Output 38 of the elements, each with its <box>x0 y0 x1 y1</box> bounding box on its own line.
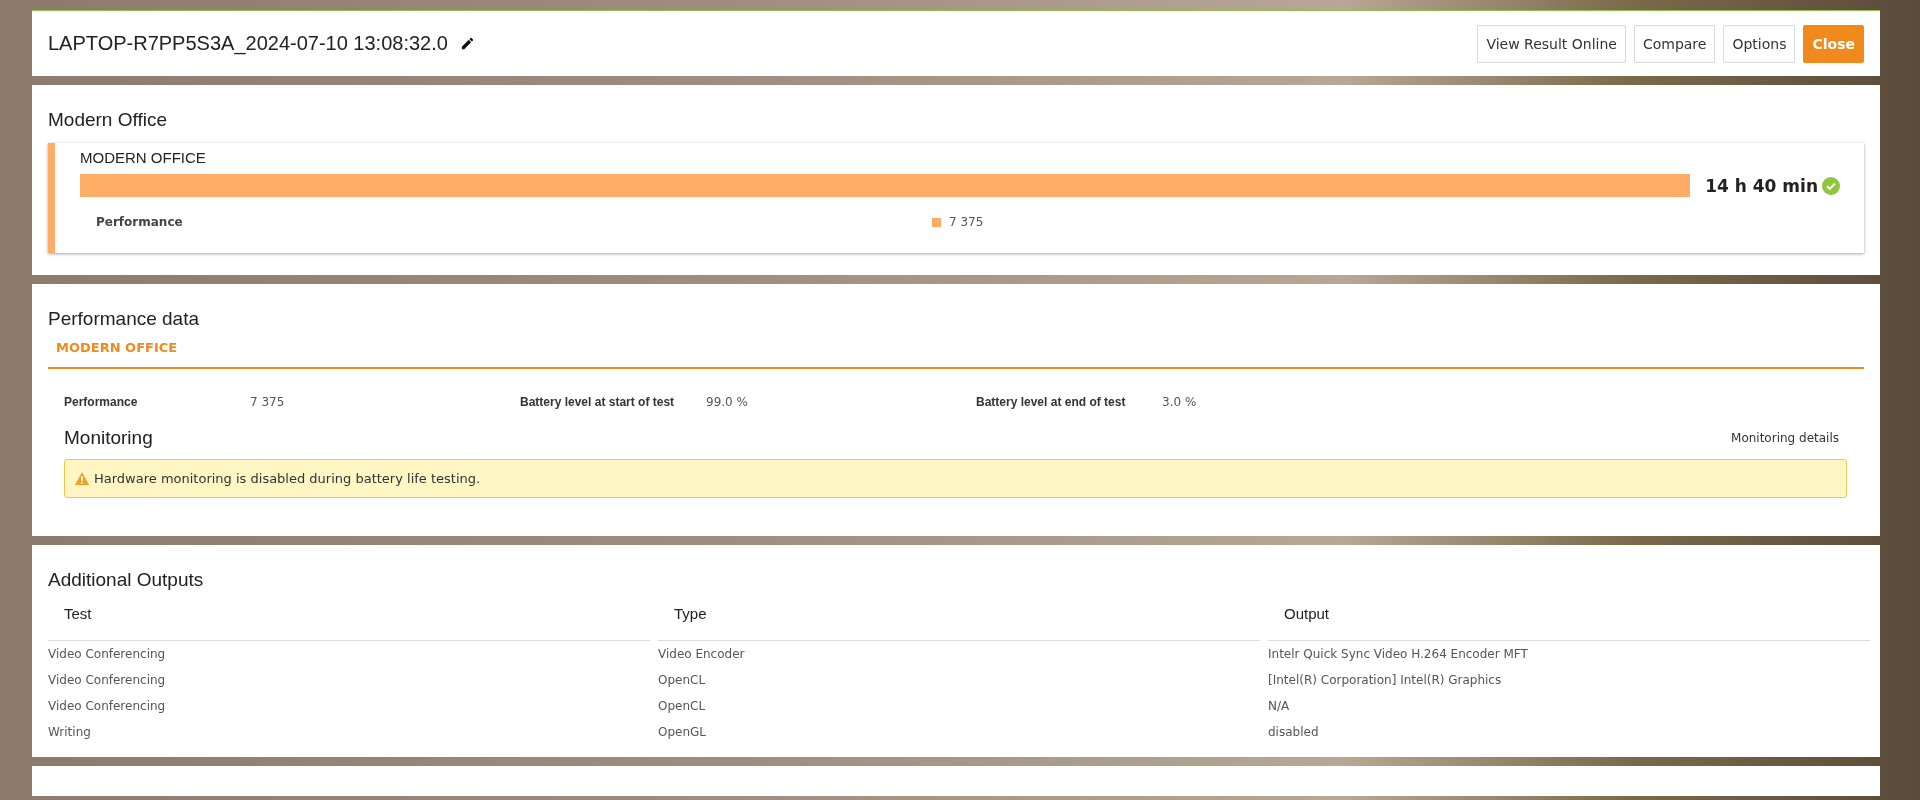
monitoring-details-link[interactable]: Monitoring details <box>1731 431 1839 445</box>
field-label: Battery level at start of test <box>520 395 676 409</box>
pencil-icon[interactable] <box>459 36 475 51</box>
legend-label: Performance <box>96 215 183 229</box>
column-header: Output <box>1268 601 1870 641</box>
table-cell-text: OpenCL <box>658 698 707 715</box>
table-cell-text: Video Encoder <box>658 646 746 663</box>
monitoring-heading: Monitoring <box>64 427 153 449</box>
table-cell-text: disabled <box>1268 724 1320 741</box>
legend-value: 7 375 <box>949 215 984 229</box>
field-value: 99.0 % <box>706 395 749 409</box>
header-button[interactable]: Compare <box>1633 24 1716 63</box>
warning-icon <box>75 472 89 485</box>
result-title: LAPTOP-R7PP5S3A_2024-07-10 13:08:32.0 <box>48 32 448 55</box>
field-label: Performance <box>64 395 139 409</box>
column-header: Type <box>658 601 1260 641</box>
table-cell-text: N/A <box>1268 698 1291 715</box>
card-title: MODERN OFFICE <box>80 149 207 166</box>
header-button[interactable]: Options <box>1723 24 1796 63</box>
table-cell-text: Intelr Quick Sync Video H.264 Encoder MFT <box>1268 646 1529 663</box>
table-cell-text: Video Conferencing <box>48 672 167 689</box>
section-heading: Performance data <box>48 307 201 331</box>
field-value: 7 375 <box>250 395 286 409</box>
section-heading: Modern Office <box>48 108 168 132</box>
warning-text: Hardware monitoring is disabled during battery life testing. <box>94 471 481 486</box>
table-cell-text: OpenGL <box>658 724 708 741</box>
field-label: Battery level at end of test <box>976 395 1127 409</box>
header-button[interactable]: View Result Online <box>1477 24 1626 63</box>
table-cell-text: Video Conferencing <box>48 698 167 715</box>
table-cell-text: OpenCL <box>658 672 707 689</box>
table-cell-text: Writing <box>48 724 92 741</box>
column-header: Test <box>48 601 650 641</box>
table-cell-text: Video Conferencing <box>48 646 167 663</box>
battery-life-result: 14 h 40 min <box>1705 175 1818 196</box>
field-value: 3.0 % <box>1162 395 1198 409</box>
legend-swatch <box>932 217 941 227</box>
table-cell-text: [Intel(R) Corporation] Intel(R) Graphics <box>1268 672 1503 689</box>
section-heading: Additional Outputs <box>48 568 205 592</box>
